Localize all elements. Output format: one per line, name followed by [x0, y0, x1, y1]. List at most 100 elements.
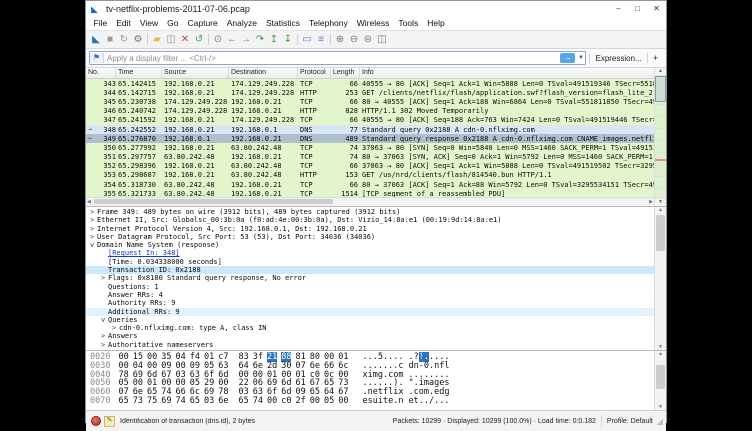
detail-line-additional-rrs-9[interactable]: Additional RRs: 9 [86, 308, 654, 316]
display-filter-input[interactable] [104, 53, 560, 63]
find-packet-icon[interactable]: ⊙ [211, 32, 225, 47]
menu-wireless[interactable]: Wireless [352, 16, 394, 30]
resize-grip-icon[interactable]: ◢ [657, 417, 663, 426]
expander-icon[interactable]: > [101, 332, 108, 340]
filter-bookmark-icon[interactable]: ⚑ [90, 53, 104, 63]
detail-line-questions-1[interactable]: Questions: 1 [86, 283, 654, 291]
go-to-packet-icon[interactable]: ↷ [253, 32, 267, 47]
detail-line-flags-0x8180-standard-q[interactable]: >Flags: 0x8180 Standard query response, … [86, 274, 654, 282]
detail-line-frame-349-489-bytes-on[interactable]: >Frame 349: 489 bytes on wire (3912 bits… [86, 208, 654, 216]
column-header-no[interactable]: No. [86, 68, 116, 78]
menu-edit[interactable]: Edit [112, 16, 136, 30]
menu-go[interactable]: Go [163, 16, 183, 30]
scroll-up-icon[interactable]: ▲ [655, 207, 666, 213]
expander-icon[interactable]: > [90, 233, 97, 241]
packet-row-348[interactable]: →34865.242552192.168.0.21192.168.0.1DNS7… [86, 125, 654, 134]
stop-capture-icon[interactable]: ■ [103, 32, 117, 47]
hscroll-thumb[interactable] [94, 199, 333, 204]
detail-line-ethernet-ii-src-global[interactable]: >Ethernet II, Src: Globalsc_00:3b:0a (f0… [86, 216, 654, 224]
menu-view[interactable]: View [135, 16, 162, 30]
zoom-in-icon[interactable]: ⊕ [333, 32, 347, 47]
detail-line-cdn-0-nflximg-com-type[interactable]: >cdn-0.nflximg.com: type A, class IN [86, 324, 654, 332]
capture-comment-icon[interactable]: ✎ [104, 416, 115, 427]
column-header-time[interactable]: Time [116, 68, 162, 78]
expander-icon[interactable]: > [90, 208, 97, 216]
column-header-source[interactable]: Source [162, 68, 229, 78]
detail-line-authority-rrs-9[interactable]: Authority RRs: 9 [86, 299, 654, 307]
maximize-button[interactable]: □ [628, 1, 647, 16]
menu-capture[interactable]: Capture [183, 16, 222, 30]
capture-options-icon[interactable]: ⚙ [131, 32, 145, 47]
add-filter-button[interactable]: + [647, 53, 663, 63]
packet-row-349[interactable]: ←34965.276870192.168.0.1192.168.0.21DNS4… [86, 134, 654, 143]
colorize-icon[interactable]: ≡ [314, 32, 328, 47]
details-scroll-thumb[interactable] [656, 215, 665, 251]
filter-dropdown-icon[interactable]: ▼ [576, 55, 585, 61]
start-capture-icon[interactable]: ◣ [89, 32, 103, 47]
column-header-protocol[interactable]: Protocol [298, 68, 331, 78]
packet-row-354[interactable]: 35465.31873063.80.242.48192.168.0.21TCP6… [86, 180, 654, 189]
apply-filter-button[interactable]: → [560, 53, 575, 63]
detail-line-transaction-id-0x2188[interactable]: Transaction ID: 0x2188 [86, 266, 654, 274]
expander-icon[interactable]: v [101, 316, 108, 324]
next-packet-icon[interactable]: → [239, 32, 253, 47]
open-file-icon[interactable]: ▰ [150, 32, 164, 47]
expander-icon[interactable]: > [112, 324, 119, 332]
scroll-left-icon[interactable]: ◀ [87, 198, 91, 206]
hex-vscrollbar[interactable]: ▲ ▼ [654, 351, 666, 410]
resize-columns-icon[interactable]: ◫ [375, 32, 389, 47]
hex-scroll-thumb[interactable] [656, 365, 665, 389]
packet-row-350[interactable]: 35065.277992192.168.0.2163.80.242.48TCP7… [86, 143, 654, 152]
column-header-destination[interactable]: Destination [229, 68, 298, 78]
packet-row-353[interactable]: 35365.298687192.168.0.2163.80.242.48HTTP… [86, 171, 654, 180]
detail-line-authoritative-nameserver[interactable]: >Authoritative nameservers [86, 341, 654, 349]
detail-line-answers[interactable]: >Answers [86, 332, 654, 340]
menu-file[interactable]: File [89, 16, 112, 30]
detail-line-time-0-034338000-secon[interactable]: [Time: 0.034338000 seconds] [86, 258, 654, 266]
packet-row-351[interactable]: 35165.29775763.80.242.48192.168.0.21TCP7… [86, 153, 654, 162]
normal-size-icon[interactable]: ⊜ [361, 32, 375, 47]
close-file-icon[interactable]: ✕ [178, 32, 192, 47]
packet-row-345[interactable]: 34565.230738174.129.249.228192.168.0.21T… [86, 97, 654, 106]
expander-icon[interactable]: > [101, 341, 108, 349]
scroll-down-icon[interactable]: ▼ [655, 344, 666, 350]
detail-line-user-datagram-protocol[interactable]: >User Datagram Protocol, Src Port: 53 (5… [86, 233, 654, 241]
scroll-down-icon[interactable]: ▼ [655, 404, 666, 410]
expander-icon[interactable]: > [101, 274, 108, 282]
profile-text[interactable]: Profile: Default [607, 418, 653, 425]
packet-row-347[interactable]: 34765.241592192.168.0.21174.129.249.228T… [86, 116, 654, 125]
packet-row-343[interactable]: 34365.142415192.168.0.21174.129.249.228T… [86, 79, 654, 88]
first-packet-icon[interactable]: ↥ [267, 32, 281, 47]
expander-icon[interactable]: > [90, 216, 97, 224]
vscroll-thumb[interactable] [655, 76, 666, 102]
packet-list-vscrollbar[interactable]: ▲ ▼ [654, 68, 666, 206]
detail-line-internet-protocol-versio[interactable]: >Internet Protocol Version 4, Src: 192.1… [86, 225, 654, 233]
scroll-right-icon[interactable]: ▶ [649, 198, 653, 206]
detail-line-answer-rrs-4[interactable]: Answer RRs: 4 [86, 291, 654, 299]
scroll-down-icon[interactable]: ▼ [655, 199, 666, 206]
last-packet-icon[interactable]: ↧ [281, 32, 295, 47]
packet-row-352[interactable]: 35265.298396192.168.0.2163.80.242.48TCP6… [86, 162, 654, 171]
column-header-length[interactable]: Length [331, 68, 360, 78]
auto-scroll-icon[interactable]: ▭ [300, 32, 314, 47]
scrollbar-minimap[interactable] [655, 75, 666, 199]
packet-row-346[interactable]: 34665.240742174.129.249.228192.168.0.21H… [86, 107, 654, 116]
reload-file-icon[interactable]: ↺ [192, 32, 206, 47]
previous-packet-icon[interactable]: ← [225, 32, 239, 47]
packet-list-hscrollbar[interactable]: ◀ ▶ [86, 197, 654, 206]
expander-icon[interactable]: v [90, 241, 97, 249]
detail-line-request-in-348[interactable]: [Request In: 348] [86, 249, 654, 257]
menu-telephony[interactable]: Telephony [305, 16, 353, 30]
column-header-info[interactable]: Info [360, 68, 654, 78]
hex-row-0070[interactable]: 0070657375697465036e657400c02f000500esui… [90, 397, 654, 406]
minimize-button[interactable]: – [609, 1, 628, 16]
save-file-icon[interactable]: ◫ [164, 32, 178, 47]
expression-button[interactable]: Expression... [589, 54, 646, 63]
zoom-out-icon[interactable]: ⊖ [347, 32, 361, 47]
menu-help[interactable]: Help [423, 16, 449, 30]
expert-info-icon[interactable] [91, 416, 101, 426]
restart-capture-icon[interactable]: ↻ [117, 32, 131, 47]
packet-row-355[interactable]: 35565.32173363.80.242.48192.168.0.21TCP1… [86, 189, 654, 197]
scroll-up-icon[interactable]: ▲ [655, 351, 666, 357]
menu-tools[interactable]: Tools [394, 16, 423, 30]
